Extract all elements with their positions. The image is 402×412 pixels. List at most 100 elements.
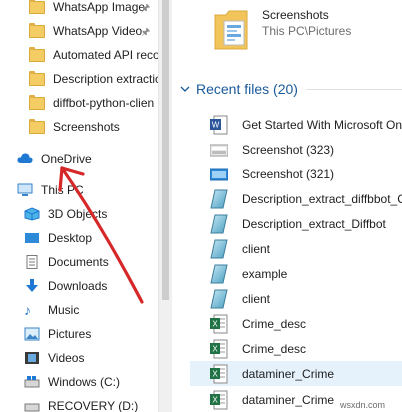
nav-item-label: OneDrive (41, 152, 92, 166)
python-file-icon (210, 189, 228, 209)
nav-item-label: Pictures (48, 327, 92, 341)
svg-text:X: X (212, 344, 218, 353)
nav-item-onedrive[interactable]: OneDrive (17, 148, 92, 170)
nav-item-label: Music (48, 303, 80, 317)
recent-file-row[interactable]: Screenshot (321) (210, 161, 402, 186)
recent-file-row-selected[interactable]: X dataminer_Crime (190, 361, 402, 386)
excel-file-icon: X (210, 390, 228, 410)
nav-item-whatsapp-video[interactable]: WhatsApp Video (29, 20, 142, 42)
file-name: Get Started With Microsoft On (242, 117, 402, 132)
nav-item-diffbot-python-client[interactable]: diffbot-python-clien (29, 92, 154, 114)
nav-item-label: RECOVERY (D:) (48, 399, 139, 412)
python-file-icon (210, 264, 228, 284)
python-file-icon (210, 289, 228, 309)
folder-thumbnail-icon (214, 9, 248, 54)
desktop-icon (24, 231, 40, 245)
documents-icon (24, 255, 40, 269)
section-divider (305, 88, 402, 90)
folder-icon (29, 46, 45, 62)
nav-item-label: Windows (C:) (48, 375, 121, 389)
image-file-icon (210, 140, 229, 160)
folder-icon (29, 118, 45, 134)
nav-item-label: Description extractic (53, 72, 158, 86)
nav-item-label: Downloads (48, 279, 108, 293)
nav-item-label: WhatsApp Image (53, 0, 146, 14)
file-name: Screenshot (323) (242, 142, 335, 157)
image-file-icon (210, 164, 229, 184)
python-file-icon (210, 214, 228, 234)
music-note-icon: ♪ (24, 302, 31, 318)
file-name: Crime_desc (242, 316, 307, 331)
file-name: Description_extract_Diffbot (242, 216, 386, 231)
file-name: Description_extract_diffbbot_C (242, 191, 402, 206)
recent-file-row[interactable]: Description_extract_diffbbot_C (210, 186, 402, 211)
recent-file-row[interactable]: client (210, 236, 402, 261)
file-name: client (242, 291, 271, 306)
nav-item-label: WhatsApp Video (53, 24, 143, 38)
pictures-icon (24, 327, 40, 341)
folder-icon (29, 70, 45, 86)
watermark: wsxdn.com (340, 400, 386, 410)
folder-path: This PC\Pictures (262, 24, 352, 38)
svg-text:X: X (212, 319, 218, 328)
nav-item-videos[interactable]: Videos (24, 347, 84, 369)
nav-item-label: Automated API reco (53, 48, 158, 62)
svg-text:W: W (212, 120, 220, 129)
nav-item-windows-c[interactable]: Windows (C:) (24, 371, 120, 393)
svg-text:X: X (212, 369, 218, 378)
recent-file-row[interactable]: example (210, 261, 402, 286)
recent-file-row[interactable]: Screenshot (323) (210, 137, 402, 162)
excel-file-icon: X (210, 339, 228, 359)
drive-icon (24, 375, 40, 389)
file-name: client (242, 241, 271, 256)
drive-icon (24, 399, 40, 412)
recent-file-row[interactable]: W Get Started With Microsoft On (210, 112, 402, 137)
file-name: dataminer_Crime (242, 392, 335, 407)
recent-file-row[interactable]: X Crime_desc (210, 336, 402, 361)
nav-item-label: 3D Objects (48, 207, 108, 221)
nav-item-3d-objects[interactable]: 3D Objects (24, 203, 107, 225)
nav-item-label: diffbot-python-clien (53, 96, 155, 110)
nav-item-label: Screenshots (53, 120, 120, 134)
film-icon (24, 351, 40, 365)
nav-item-music[interactable]: ♪ Music (24, 299, 79, 321)
nav-item-pictures[interactable]: Pictures (24, 323, 91, 345)
svg-text:X: X (212, 395, 218, 404)
cloud-icon (17, 152, 33, 166)
download-arrow-icon (24, 279, 40, 293)
pin-icon: 🖈 (141, 27, 151, 38)
folder-icon (29, 94, 45, 110)
recent-files-header[interactable]: Recent files (20) (180, 78, 402, 100)
folder-icon (29, 22, 45, 38)
nav-item-automated-api[interactable]: Automated API reco (29, 44, 158, 66)
cube-3d-icon (24, 207, 40, 221)
nav-item-whatsapp-image[interactable]: WhatsApp Image (29, 0, 145, 18)
nav-scrollbar-thumb[interactable] (162, 0, 169, 300)
folder-icon (29, 0, 45, 14)
recent-file-row[interactable]: X Crime_desc (210, 311, 402, 336)
nav-item-screenshots[interactable]: Screenshots (29, 116, 120, 138)
nav-item-label: Documents (48, 255, 109, 269)
nav-item-recovery-d[interactable]: RECOVERY (D:) (24, 395, 138, 412)
excel-file-icon: X (210, 364, 228, 384)
file-name: example (242, 266, 288, 281)
file-name: Screenshot (321) (242, 166, 335, 181)
python-file-icon (210, 239, 228, 259)
recent-file-row[interactable]: client (210, 286, 402, 311)
nav-item-downloads[interactable]: Downloads (24, 275, 107, 297)
nav-item-desktop[interactable]: Desktop (24, 227, 92, 249)
nav-item-label: This PC (41, 183, 84, 197)
nav-item-documents[interactable]: Documents (24, 251, 109, 273)
navigation-pane: WhatsApp Image 🖈 WhatsApp Video 🖈 Automa… (0, 0, 158, 412)
pin-icon: 🖈 (141, 3, 151, 14)
recent-files-title: Recent files (20) (196, 81, 298, 97)
folder-name: Screenshots (262, 8, 329, 22)
file-name: dataminer_Crime (242, 366, 335, 381)
nav-item-this-pc[interactable]: This PC (17, 179, 84, 201)
nav-item-label: Desktop (48, 231, 93, 245)
folder-tile-screenshots[interactable]: Screenshots This PC\Pictures (212, 5, 402, 55)
excel-file-icon: X (210, 314, 228, 334)
word-doc-icon: W (210, 115, 228, 135)
recent-file-row[interactable]: Description_extract_Diffbot (210, 211, 402, 236)
nav-item-description-extraction[interactable]: Description extractic (29, 68, 158, 90)
